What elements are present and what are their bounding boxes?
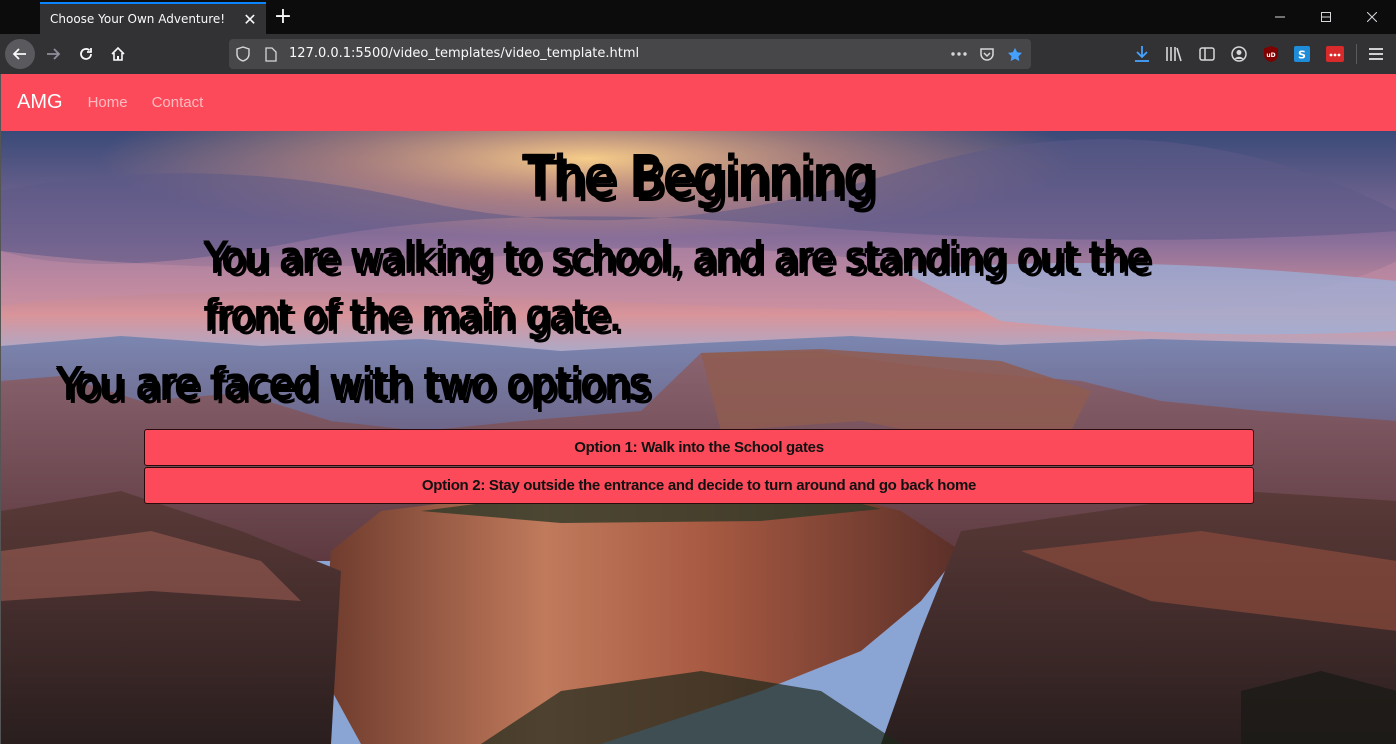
menu-icon[interactable] bbox=[1367, 45, 1385, 63]
shield-icon[interactable] bbox=[235, 46, 251, 62]
svg-text:uD: uD bbox=[1266, 52, 1275, 59]
story-text: You are walking to school, and are stand… bbox=[204, 233, 1150, 340]
browser-tab[interactable]: Choose Your Own Adventure! ✕ bbox=[40, 2, 266, 34]
address-bar[interactable]: 127.0.0.1:5500/video_templates/video_tem… bbox=[229, 39, 1031, 69]
browser-toolbar: 127.0.0.1:5500/video_templates/video_tem… bbox=[0, 34, 1396, 74]
page-viewport: AMG Home Contact The Beginning You are w… bbox=[0, 74, 1396, 744]
bookmark-star-icon[interactable] bbox=[1007, 46, 1023, 62]
home-icon[interactable] bbox=[103, 39, 133, 69]
extension-dots-icon[interactable] bbox=[1326, 45, 1344, 63]
close-window-icon[interactable] bbox=[1349, 0, 1395, 34]
extension-s-icon[interactable]: S bbox=[1293, 45, 1311, 63]
back-icon[interactable] bbox=[5, 39, 35, 69]
account-icon[interactable] bbox=[1230, 45, 1248, 63]
pocket-icon[interactable] bbox=[979, 46, 995, 62]
sidebar-icon[interactable] bbox=[1198, 45, 1216, 63]
more-icon[interactable] bbox=[951, 46, 967, 62]
maximize-window-icon[interactable] bbox=[1303, 0, 1349, 34]
brand-logo[interactable]: AMG bbox=[17, 91, 63, 114]
tab-title: Choose Your Own Adventure! bbox=[50, 12, 226, 26]
download-icon[interactable] bbox=[1133, 45, 1151, 63]
tab-strip: Choose Your Own Adventure! ✕ + bbox=[0, 0, 1396, 34]
story-title: The Beginning bbox=[523, 145, 875, 210]
url-text: 127.0.0.1:5500/video_templates/video_tem… bbox=[289, 46, 640, 61]
reload-icon[interactable] bbox=[71, 39, 101, 69]
forward-icon[interactable] bbox=[38, 39, 68, 69]
page-icon[interactable] bbox=[263, 46, 279, 62]
ublock-icon[interactable]: uD bbox=[1262, 45, 1280, 63]
story-prompt: You are faced with two options bbox=[56, 359, 651, 410]
site-navbar: AMG Home Contact bbox=[1, 74, 1396, 131]
new-tab-icon[interactable]: + bbox=[272, 6, 294, 28]
close-tab-icon[interactable]: ✕ bbox=[240, 9, 260, 29]
svg-text:S: S bbox=[1298, 49, 1306, 62]
option-1-button[interactable]: Option 1: Walk into the School gates bbox=[144, 429, 1254, 466]
minimize-window-icon[interactable] bbox=[1257, 0, 1303, 34]
toolbar-separator bbox=[1356, 44, 1357, 64]
option-2-button[interactable]: Option 2: Stay outside the entrance and … bbox=[144, 467, 1254, 504]
nav-link-home[interactable]: Home bbox=[88, 94, 128, 111]
nav-link-contact[interactable]: Contact bbox=[152, 94, 204, 111]
library-icon[interactable] bbox=[1165, 45, 1183, 63]
hero-section: The Beginning You are walking to school,… bbox=[1, 131, 1396, 744]
